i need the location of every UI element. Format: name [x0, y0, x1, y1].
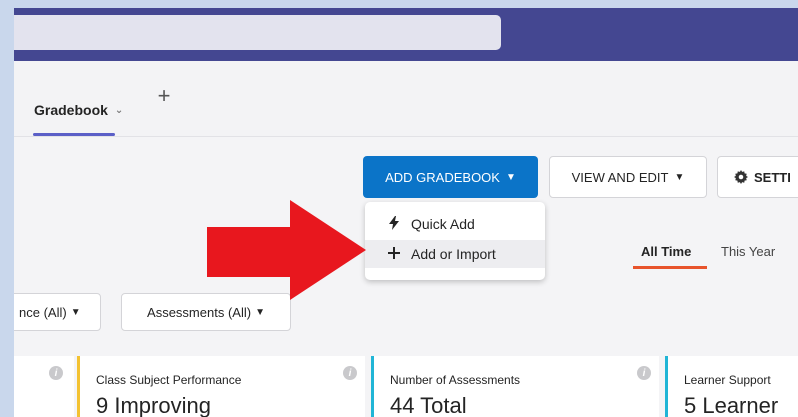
annotation-arrow [207, 200, 366, 300]
